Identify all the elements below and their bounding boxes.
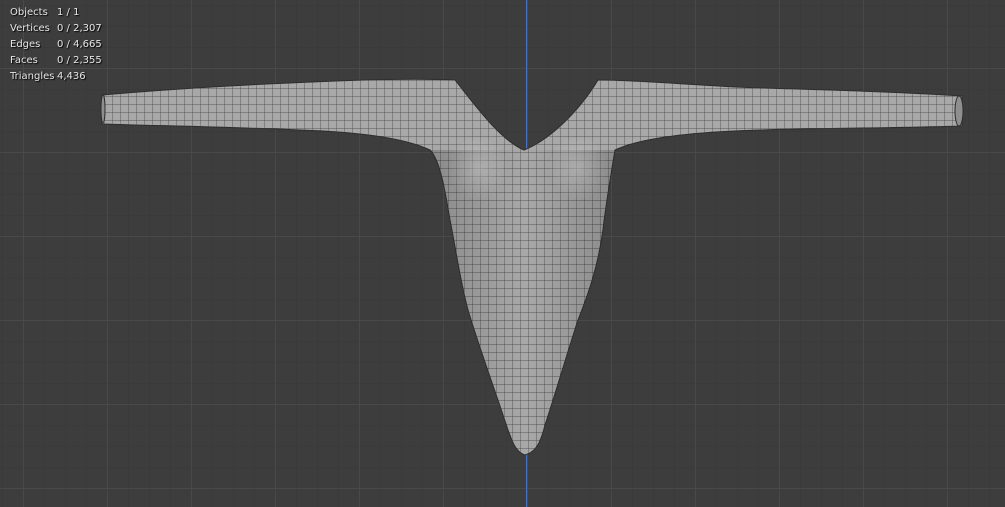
stat-objects: Objects 1 / 1: [10, 5, 102, 21]
stat-edges: Edges 0 / 4,665: [10, 37, 102, 53]
stat-faces-label: Faces: [10, 55, 38, 66]
3d-viewport[interactable]: Objects 1 / 1 Vertices 0 / 2,307 Edges 0…: [0, 0, 1005, 507]
sleeve-end-right: [954, 95, 964, 127]
stat-vertices-value: 0 / 2,307: [57, 23, 102, 34]
stat-objects-value: 1 / 1: [57, 7, 80, 18]
stat-edges-value: 0 / 4,665: [57, 39, 102, 50]
stat-vertices: Vertices 0 / 2,307: [10, 21, 102, 37]
viewport-statistics-overlay: Objects 1 / 1 Vertices 0 / 2,307 Edges 0…: [10, 5, 102, 85]
garment-mesh[interactable]: [0, 0, 1005, 507]
stat-faces: Faces 0 / 2,355: [10, 53, 102, 69]
stat-objects-label: Objects: [10, 7, 48, 18]
mesh-body: [100, 78, 964, 456]
sleeve-end-left: [100, 94, 106, 124]
stat-triangles-value: 4,436: [57, 71, 86, 82]
stat-triangles: Triangles 4,436: [10, 69, 102, 85]
stat-vertices-label: Vertices: [10, 23, 50, 34]
stat-triangles-label: Triangles: [10, 71, 55, 82]
stat-faces-value: 0 / 2,355: [57, 55, 102, 66]
stat-edges-label: Edges: [10, 39, 41, 50]
